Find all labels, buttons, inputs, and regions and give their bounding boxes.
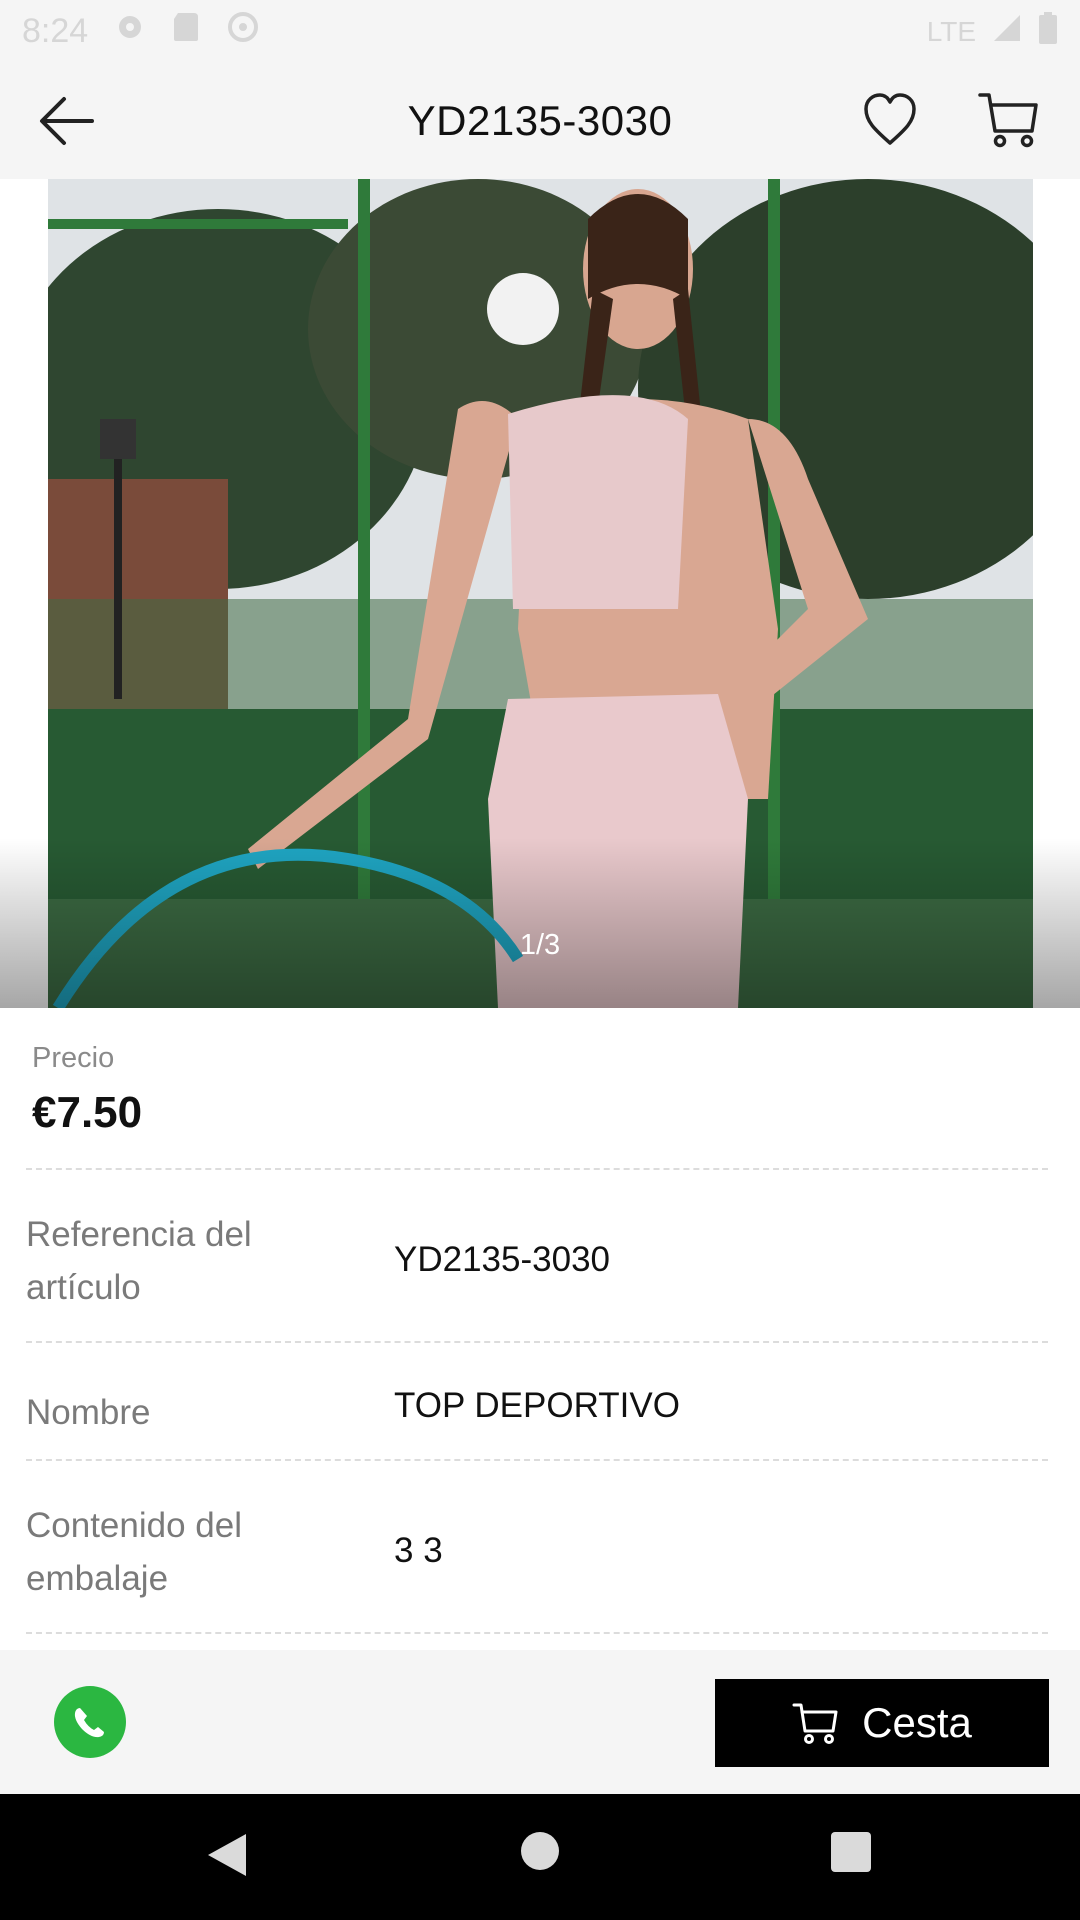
divider	[26, 1459, 1048, 1461]
basket-cart-icon	[792, 1703, 838, 1744]
carousel-page-indicator: 1/3	[519, 929, 561, 961]
nav-recents-button[interactable]	[831, 1832, 871, 1872]
status-left: 8:24	[22, 10, 260, 53]
action-bar: Cesta	[0, 1650, 1080, 1794]
whatsapp-button[interactable]	[54, 1686, 126, 1758]
name-label: Nombre	[26, 1393, 151, 1432]
sync-icon	[226, 10, 260, 53]
system-navigation-bar	[0, 1794, 1080, 1920]
cart-button[interactable]	[978, 89, 1040, 151]
status-right: LTE	[927, 12, 1058, 51]
heart-icon	[864, 93, 916, 145]
price-label: Precio	[32, 1042, 115, 1074]
whatsapp-icon	[74, 1708, 104, 1738]
network-type: LTE	[926, 15, 976, 47]
nav-home-button[interactable]	[521, 1832, 559, 1870]
status-time: 8:24	[22, 12, 89, 50]
cart-icon	[978, 93, 1038, 148]
package-content-label: Contenido del embalaje	[26, 1506, 242, 1598]
price-value: €7.50	[32, 1088, 143, 1137]
basket-button-label: Cesta	[862, 1699, 972, 1746]
product-info: Precio €7.50 Referencia del artículo YD2…	[0, 1008, 1080, 1650]
divider	[26, 1632, 1048, 1634]
favorite-button[interactable]	[862, 91, 918, 149]
battery-icon	[1038, 12, 1058, 51]
sd-card-icon	[172, 11, 200, 52]
divider	[26, 1168, 1048, 1170]
signal-icon	[992, 13, 1022, 50]
page-title: YD2135-3030	[407, 97, 673, 144]
carousel-gradient	[0, 838, 1080, 1008]
app-header: YD2135-3030	[0, 63, 1080, 179]
nav-back-icon	[208, 1834, 246, 1876]
divider	[26, 1341, 1048, 1343]
nav-back-button[interactable]	[206, 1832, 248, 1878]
image-carousel[interactable]: 1/3	[0, 179, 1080, 1008]
name-value: TOP DEPORTIVO	[394, 1386, 680, 1425]
reference-label: Referencia del artículo	[26, 1215, 252, 1307]
reference-value: YD2135-3030	[394, 1240, 610, 1279]
settings-icon	[114, 11, 146, 52]
add-to-basket-button[interactable]: Cesta	[715, 1679, 1049, 1767]
status-bar: 8:24 LTE	[0, 0, 1080, 63]
package-content-value: 3 3	[394, 1531, 443, 1570]
